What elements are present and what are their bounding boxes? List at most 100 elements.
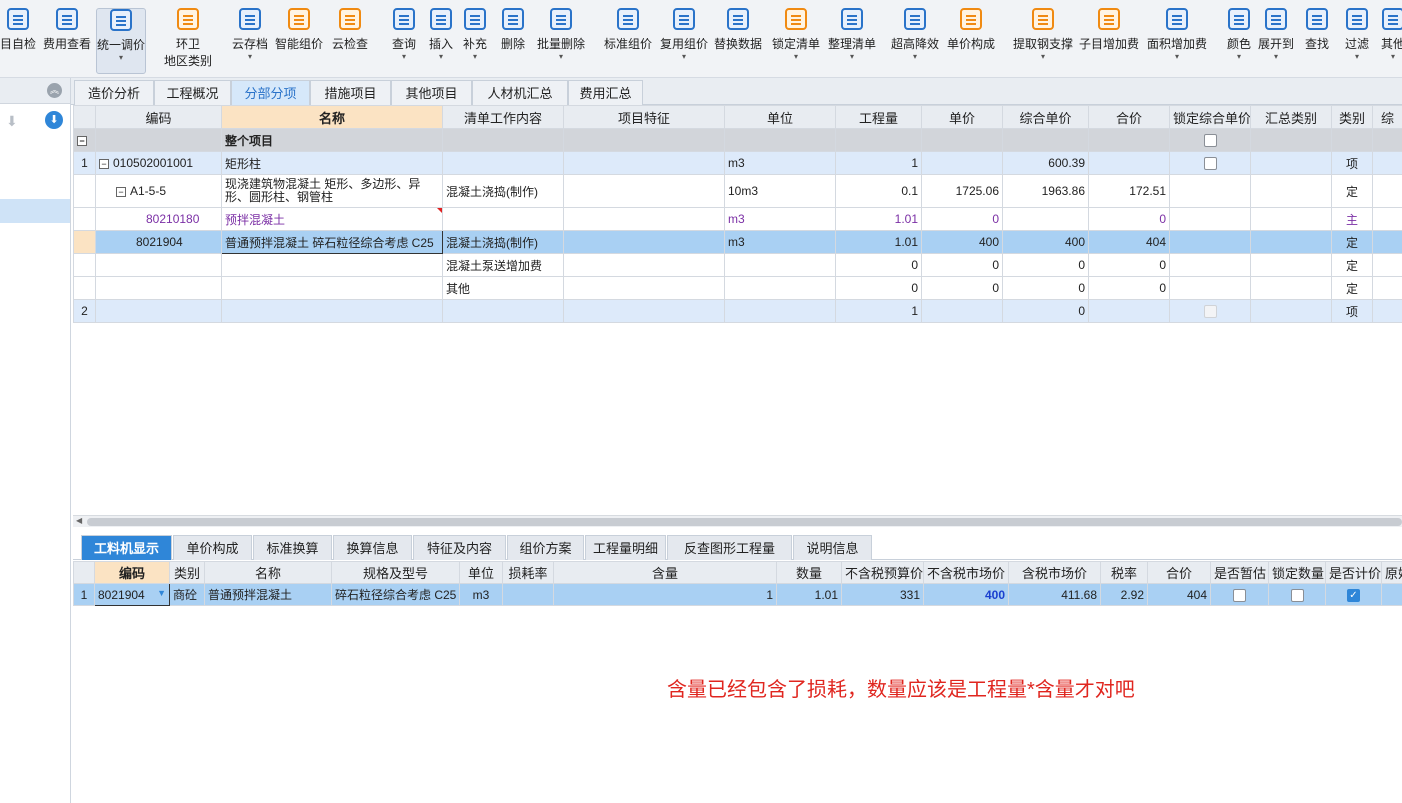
code-dropdown[interactable]: 8021904 ▼ xyxy=(94,583,170,606)
collapse-up-icon[interactable]: ︽ xyxy=(47,83,62,98)
bottom-tab-6[interactable]: 工程量明细 xyxy=(585,535,666,560)
chevron-down-icon[interactable]: ▾ xyxy=(1224,52,1254,62)
toolbar-button-11[interactable]: 批量删除 ▾ xyxy=(534,8,588,74)
col-work[interactable]: 清单工作内容 xyxy=(442,105,564,129)
lock-price-checkbox[interactable] xyxy=(1203,134,1217,148)
bottom-tab-2[interactable]: 标准换算 xyxy=(253,535,332,560)
col-feature[interactable]: 项目特征 xyxy=(563,105,725,129)
toolbar-button-6[interactable]: 云检查 xyxy=(330,8,370,74)
toolbar-button-1[interactable]: 费用查看 xyxy=(40,8,94,74)
toolbar-button-5[interactable]: 智能组价 xyxy=(272,8,326,74)
toolbar-button-24[interactable]: 查找 xyxy=(1302,8,1332,74)
chevron-down-icon[interactable]: ▾ xyxy=(770,52,822,62)
priced-checkbox[interactable]: ✓ xyxy=(1347,588,1360,602)
lock-price-checkbox[interactable] xyxy=(1203,305,1217,319)
left-selected-item[interactable] xyxy=(0,199,70,223)
toolbar-button-19[interactable]: 提取钢支撑 ▾ xyxy=(1012,8,1074,74)
bottom-tab-7[interactable]: 反查图形工程量 xyxy=(667,535,792,560)
toolbar-button-22[interactable]: 颜色 ▾ xyxy=(1224,8,1254,74)
chevron-down-icon[interactable]: ▾ xyxy=(460,52,490,62)
tab-1[interactable]: 工程概况 xyxy=(154,80,231,105)
toolbar-button-9[interactable]: 补充 ▾ xyxy=(460,8,490,74)
table-row[interactable]: 80210180 预拌混凝土 m3 1.01 0 0 主 xyxy=(73,207,1402,231)
dcol-unit[interactable]: 单位 xyxy=(459,561,503,584)
chevron-down-icon[interactable]: ▾ xyxy=(388,52,420,62)
tab-4[interactable]: 其他项目 xyxy=(391,80,472,105)
toolbar-button-0[interactable]: 目自检 xyxy=(0,8,36,74)
toolbar-button-10[interactable]: 删除 xyxy=(498,8,528,74)
dcol-total[interactable]: 合价 xyxy=(1147,561,1211,584)
arrow-down-icon[interactable]: ⬇ xyxy=(45,111,63,129)
toolbar-button-17[interactable]: 超高降效 ▾ xyxy=(888,8,942,74)
toolbar-button-14[interactable]: 替换数据 xyxy=(712,8,764,74)
toolbar-button-7[interactable]: 查询 ▾ xyxy=(388,8,420,74)
chevron-down-icon[interactable]: ▾ xyxy=(1256,52,1296,62)
chevron-down-icon[interactable]: ▾ xyxy=(534,52,588,62)
bottom-tab-3[interactable]: 换算信息 xyxy=(333,535,412,560)
dcol-code[interactable]: 编码 xyxy=(94,561,170,584)
toolbar-button-2[interactable]: 统一调价 ▾ xyxy=(96,8,146,74)
table-row-selected[interactable]: 8021904 普通预拌混凝土 碎石粒径综合考虑 C25 混凝土浇捣(制作) m… xyxy=(73,230,1402,254)
bottom-tab-5[interactable]: 组价方案 xyxy=(507,535,584,560)
estimate-checkbox[interactable] xyxy=(1233,588,1246,602)
col-more[interactable]: 综 xyxy=(1372,105,1402,129)
col-comp-price[interactable]: 综合单价 xyxy=(1002,105,1089,129)
col-unit[interactable]: 单位 xyxy=(724,105,836,129)
table-row[interactable]: 1 −010502001001 矩形柱 m3 1 600.39 项 xyxy=(73,151,1402,175)
scrollbar-thumb[interactable] xyxy=(87,518,1402,526)
dcol-lock-qty[interactable]: 锁定数量 xyxy=(1268,561,1326,584)
table-row[interactable]: 混凝土泵送增加费 0 0 0 0 定 xyxy=(73,253,1402,277)
chevron-down-icon[interactable]: ▾ xyxy=(1146,52,1208,62)
col-price[interactable]: 单价 xyxy=(921,105,1003,129)
detail-row[interactable]: 1 8021904 ▼ 商砼 普通预拌混凝土 碎石粒径综合考虑 C25 m3 1 … xyxy=(73,583,1402,606)
dcol-priced[interactable]: 是否计价 xyxy=(1325,561,1382,584)
toolbar-button-13[interactable]: 复用组价 ▾ xyxy=(658,8,710,74)
chevron-down-icon[interactable]: ▾ xyxy=(658,52,710,62)
name-cell-editing[interactable]: 普通预拌混凝土 碎石粒径综合考虑 C25 xyxy=(221,230,443,254)
table-row[interactable]: 2 1 0 项 xyxy=(73,299,1402,323)
lock-qty-checkbox[interactable] xyxy=(1290,588,1304,602)
tab-6[interactable]: 费用汇总 xyxy=(568,80,643,105)
chevron-down-icon[interactable]: ▾ xyxy=(1342,52,1372,62)
tab-5[interactable]: 人材机汇总 xyxy=(472,80,568,105)
dcol-original[interactable]: 原始 xyxy=(1381,561,1402,584)
tab-2[interactable]: 分部分项 xyxy=(231,80,310,105)
chevron-down-icon[interactable]: ▾ xyxy=(826,52,878,62)
bottom-tab-0[interactable]: 工料机显示 xyxy=(81,535,172,560)
chevron-down-icon[interactable]: ▾ xyxy=(230,52,270,62)
bottom-tab-4[interactable]: 特征及内容 xyxy=(413,535,506,560)
toolbar-button-15[interactable]: 锁定清单 ▾ xyxy=(770,8,822,74)
toolbar-button-21[interactable]: 面积增加费 ▾ xyxy=(1146,8,1208,74)
horizontal-scrollbar[interactable]: ◀ xyxy=(73,515,1402,527)
collapse-icon[interactable]: − xyxy=(77,135,87,146)
toolbar-button-16[interactable]: 整理清单 ▾ xyxy=(826,8,878,74)
dcol-spec[interactable]: 规格及型号 xyxy=(331,561,460,584)
chevron-down-icon[interactable]: ▾ xyxy=(97,53,145,63)
toolbar-button-3[interactable]: 环卫 地区类别 xyxy=(160,8,216,74)
chevron-down-icon[interactable]: ▾ xyxy=(1012,52,1074,62)
dcol-loss[interactable]: 损耗率 xyxy=(502,561,554,584)
col-lock-price[interactable]: 锁定综合单价 xyxy=(1169,105,1251,129)
dcol-rate[interactable]: 税率 xyxy=(1100,561,1148,584)
tab-3[interactable]: 措施项目 xyxy=(310,80,391,105)
table-row[interactable]: 其他 0 0 0 0 定 xyxy=(73,276,1402,300)
table-row[interactable]: − A1-5-5 现浇建筑物混凝土 矩形、多边形、异形、圆形柱、钢管柱 混凝土浇捣… xyxy=(73,174,1402,208)
collapse-icon[interactable]: − xyxy=(99,158,109,169)
toolbar-button-25[interactable]: 过滤 ▾ xyxy=(1342,8,1372,74)
collapse-icon[interactable]: − xyxy=(116,186,126,197)
toolbar-button-23[interactable]: 展开到 ▾ xyxy=(1256,8,1296,74)
toolbar-button-12[interactable]: 标准组价 xyxy=(600,8,656,74)
col-name[interactable]: 名称 xyxy=(221,105,443,129)
chevron-down-icon[interactable]: ▾ xyxy=(1378,52,1402,62)
toolbar-button-20[interactable]: 子目增加费 xyxy=(1078,8,1140,74)
table-row-section[interactable]: − 整个项目 xyxy=(73,128,1402,152)
dcol-type[interactable]: 类别 xyxy=(169,561,205,584)
scroll-left-icon[interactable]: ◀ xyxy=(76,516,82,525)
dcol-name[interactable]: 名称 xyxy=(204,561,332,584)
toolbar-button-18[interactable]: 单价构成 xyxy=(944,8,998,74)
toolbar-button-4[interactable]: 云存档 ▾ xyxy=(230,8,270,74)
col-total[interactable]: 合价 xyxy=(1088,105,1170,129)
col-code[interactable]: 编码 xyxy=(95,105,222,129)
toolbar-button-26[interactable]: 其他 ▾ xyxy=(1378,8,1402,74)
dcol-market[interactable]: 不含税市场价 xyxy=(923,561,1009,584)
